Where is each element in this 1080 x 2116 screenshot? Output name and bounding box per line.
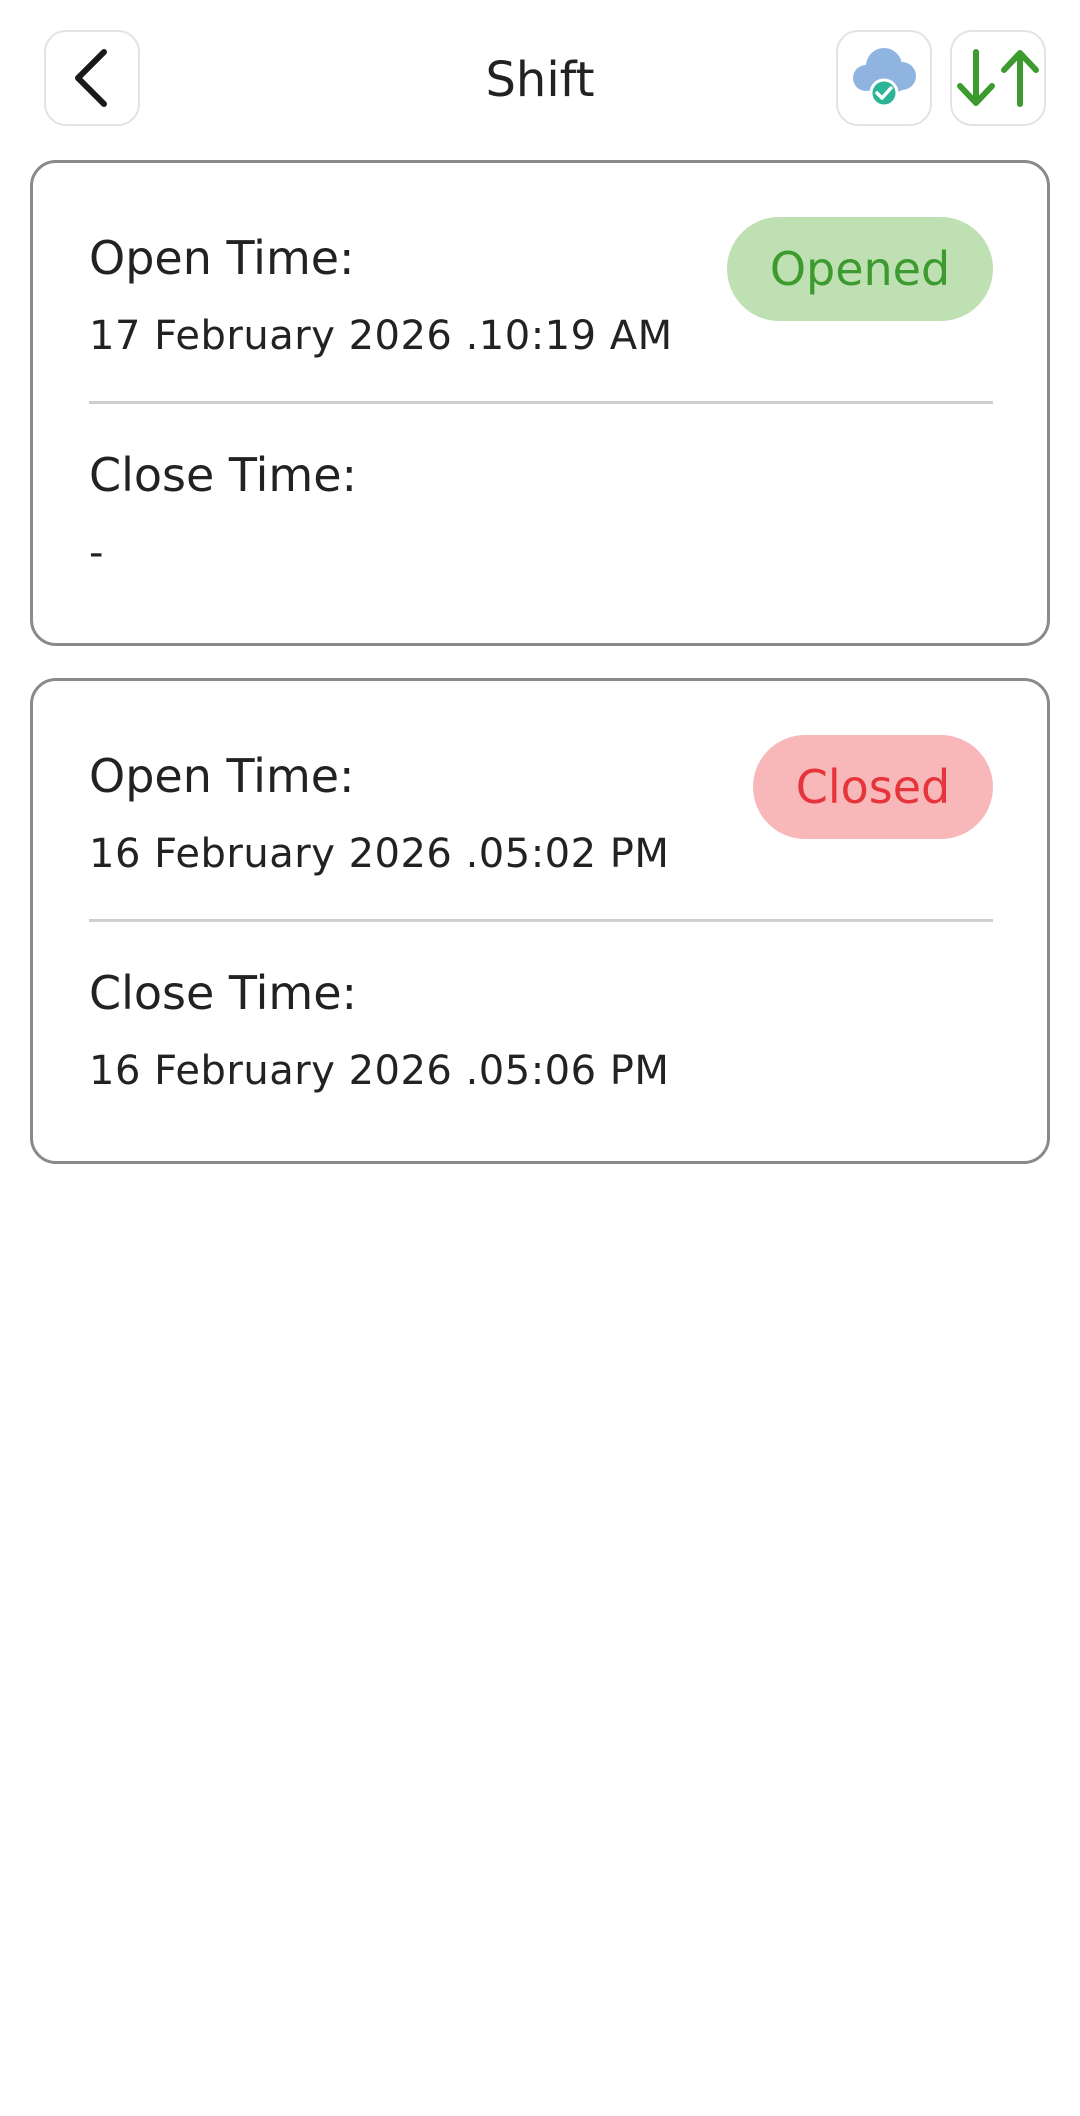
- shift-card[interactable]: Open Time: 16 February 2026 .05:02 PM Cl…: [30, 678, 1050, 1164]
- transfer-button[interactable]: [950, 30, 1046, 126]
- close-time-value: 16 February 2026 .05:06 PM: [89, 1048, 670, 1094]
- close-time-label: Close Time:: [89, 448, 358, 502]
- close-time-value: -: [89, 530, 104, 576]
- sync-status-button[interactable]: [836, 30, 932, 126]
- open-time-label: Open Time:: [89, 749, 355, 803]
- cloud-check-icon: [853, 48, 916, 108]
- divider: [89, 919, 993, 922]
- shift-card[interactable]: Open Time: 17 February 2026 .10:19 AM Op…: [30, 160, 1050, 646]
- header-bar: Shift: [0, 0, 1080, 160]
- close-time-label: Close Time:: [89, 966, 358, 1020]
- open-time-value: 17 February 2026 .10:19 AM: [89, 313, 673, 359]
- open-time-value: 16 February 2026 .05:02 PM: [89, 831, 670, 877]
- status-badge: Closed: [753, 735, 993, 839]
- divider: [89, 401, 993, 404]
- status-badge: Opened: [727, 217, 993, 321]
- open-time-label: Open Time:: [89, 231, 355, 285]
- arrows-down-up-icon: [957, 49, 1039, 107]
